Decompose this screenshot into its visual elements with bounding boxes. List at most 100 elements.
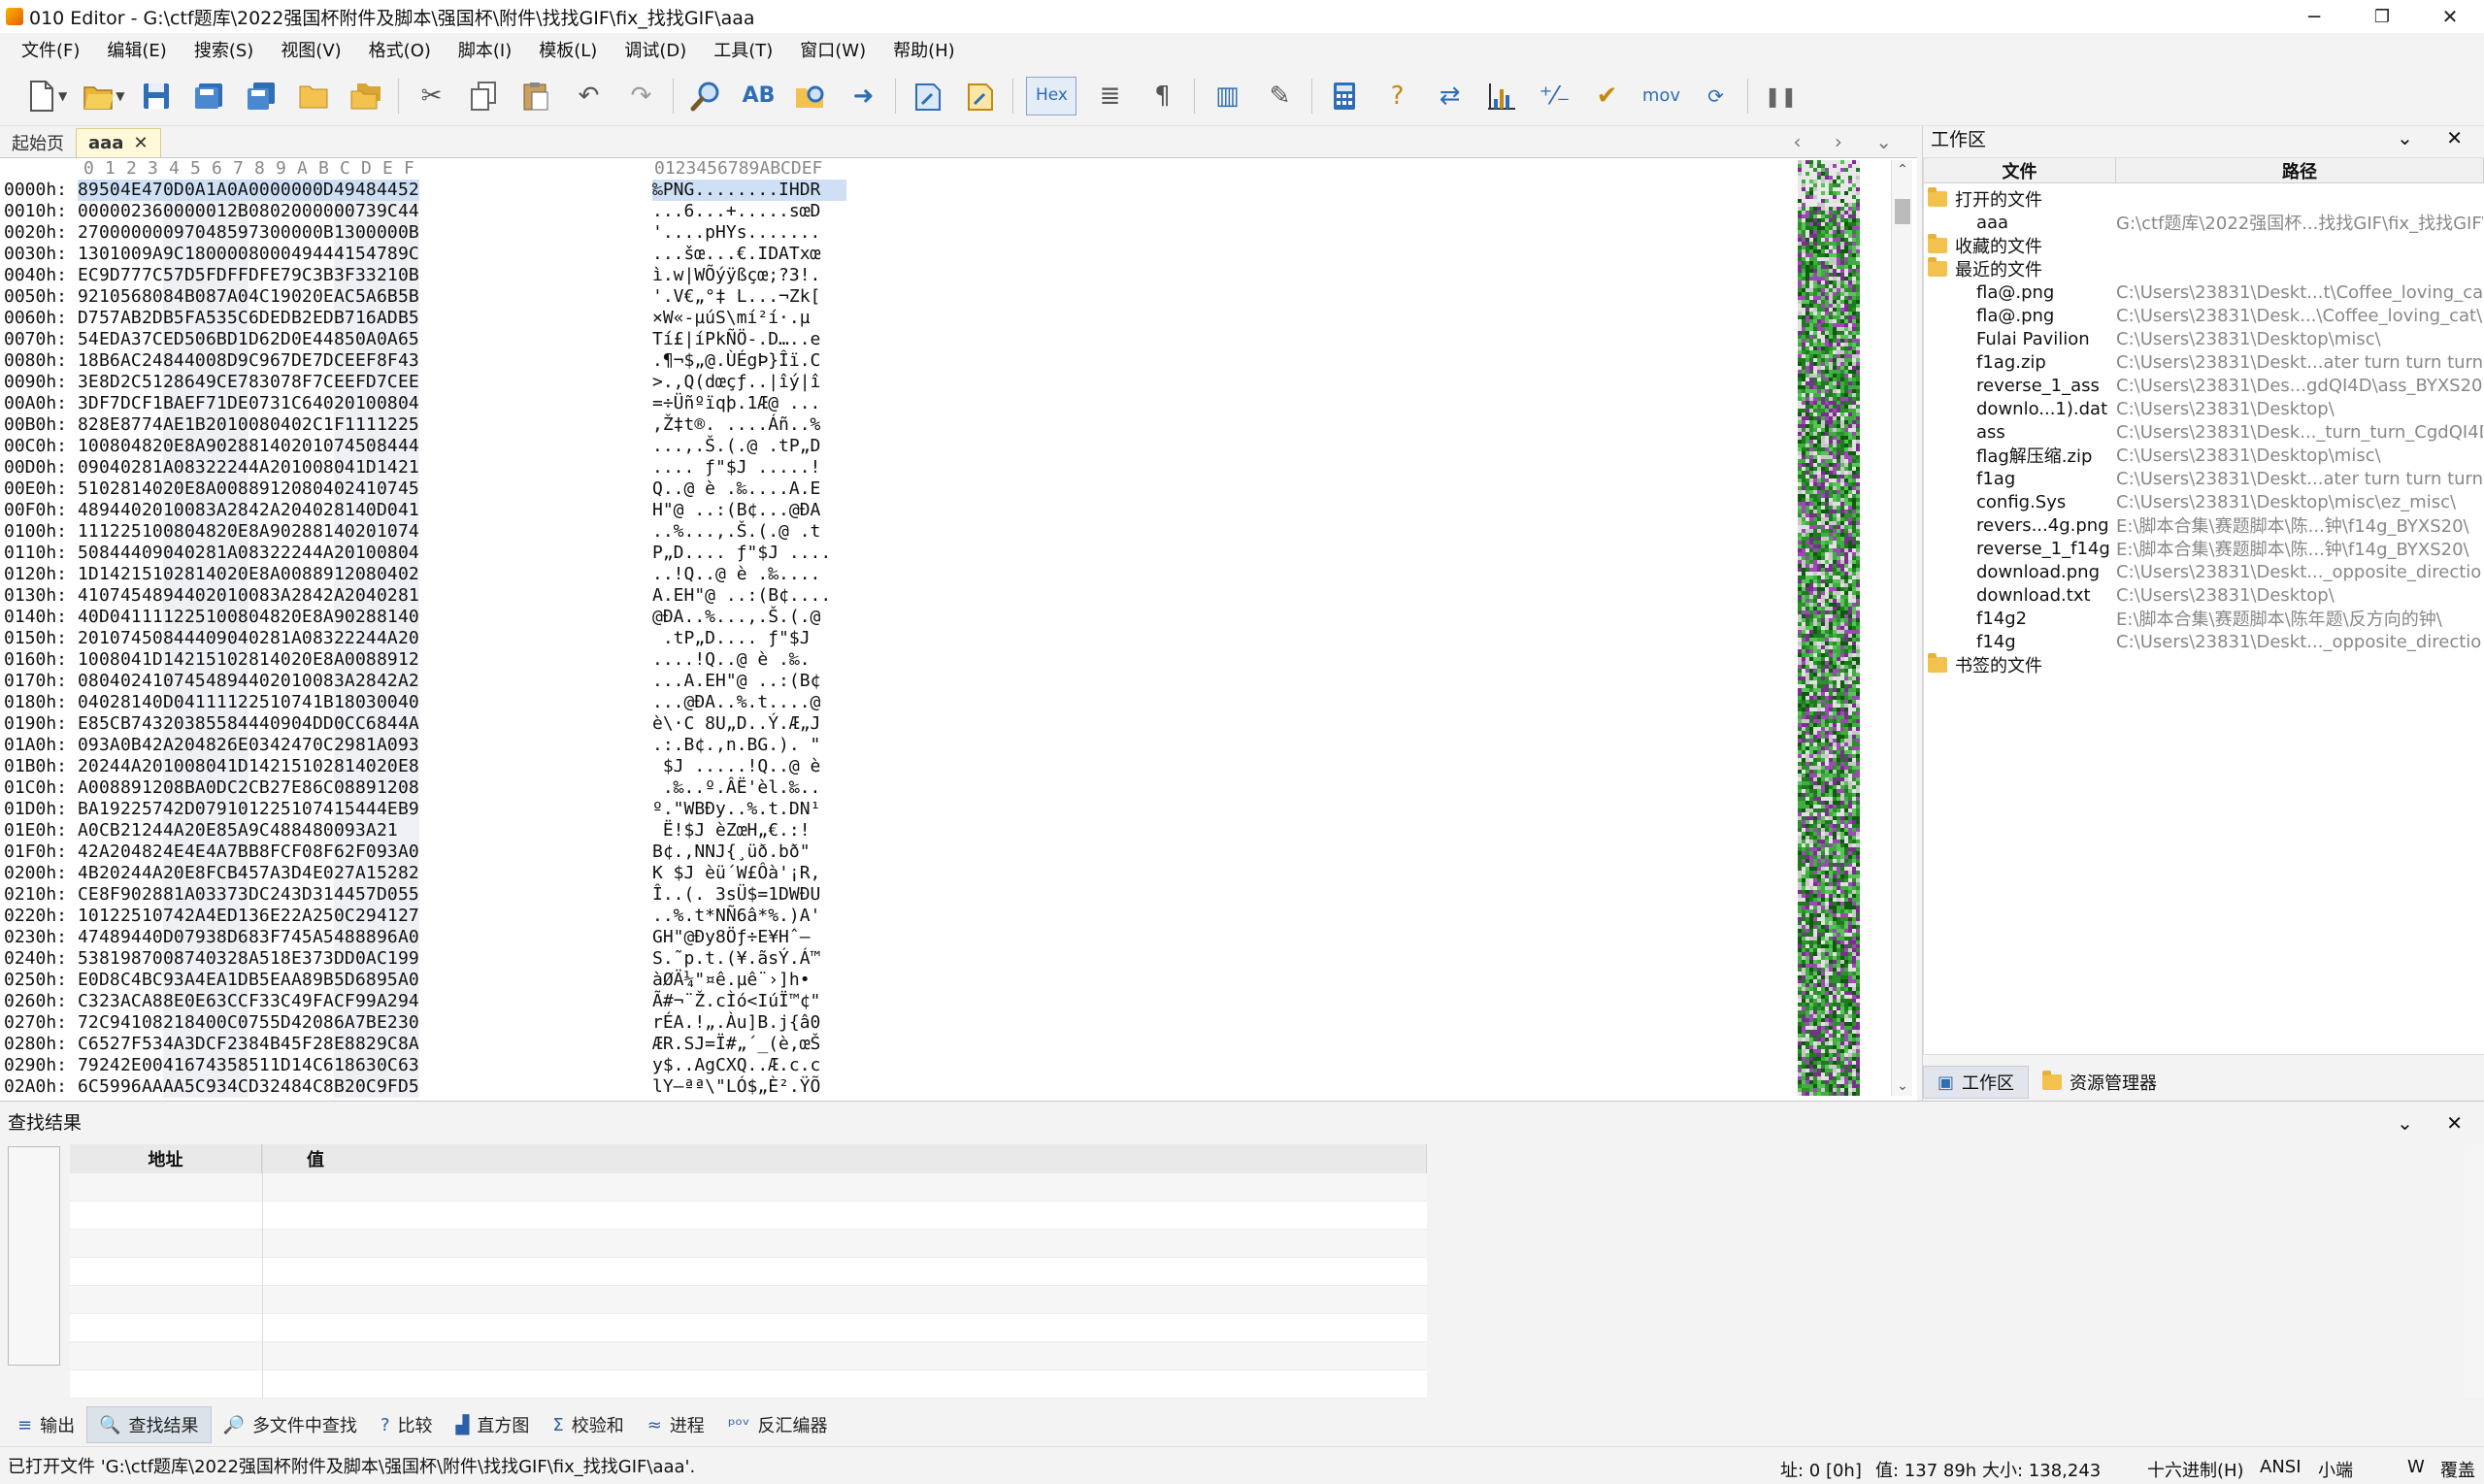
hex-byte[interactable]: 6C [78,1076,99,1098]
hex-byte[interactable]: 02 [163,564,184,585]
hex-byte[interactable]: 84 [163,350,184,372]
ascii-row[interactable]: P„D.... ƒ"$J .... [652,543,846,564]
ascii-row[interactable]: ..%.t*NÑ6â*%.)A' [652,906,846,927]
ascii-row[interactable]: @ÐA..%...,.Š.(.@ [652,607,846,628]
hex-byte[interactable]: B0 [184,286,206,308]
hex-row[interactable]: 48 94 40 20 10 08 3A 28 42 A2 04 02 81 40 D0 41 [78,500,650,521]
hex-byte[interactable]: B4 [227,863,248,884]
hex-bytes-column[interactable]: 89 50 4E 47 0D 0A 1A 0A 00 00 00 0D 49 48 44 52 00 00 02 36… [78,180,650,1098]
hex-byte[interactable]: 08 [184,756,206,777]
hex-byte[interactable]: 81 [99,948,120,970]
hex-byte[interactable]: 21 [120,820,142,841]
ascii-row[interactable]: ...6...+.....sœD [652,201,846,222]
hex-byte[interactable]: 43 [398,350,419,372]
hex-byte[interactable]: 96 [377,927,398,948]
hex-byte[interactable]: 21 [377,820,398,841]
hex-byte[interactable]: 51 [291,756,313,777]
hex-byte[interactable]: FC [206,863,227,884]
hex-byte[interactable]: 01 [99,244,120,265]
hex-byte[interactable]: A0 [398,841,419,863]
hex-byte[interactable]: 89 [355,777,377,799]
hex-byte[interactable]: 07 [163,671,184,692]
tab-aaa[interactable]: aaa ✕ [76,128,161,157]
hex-byte[interactable]: 22 [206,457,227,478]
hex-byte[interactable]: 73 [248,222,270,244]
hex-byte[interactable]: 20 [291,436,313,457]
hex-row[interactable]: 47 48 94 40 D0 79 38 D6 83 F7 45 A5 48 88 96 A0 [78,927,650,948]
save-icon[interactable] [137,77,176,115]
hex-byte[interactable]: B8 [248,841,270,863]
cut-icon[interactable]: ✂ [412,77,450,115]
hex-byte[interactable]: 45 [398,478,419,500]
hex-byte[interactable]: 02 [313,756,334,777]
hex-byte[interactable]: 9C [398,244,419,265]
hex-byte[interactable]: 6D [248,308,270,329]
hex-byte[interactable]: C1 [313,414,334,436]
tab-histogram[interactable]: ▟ 直方图 [445,1406,542,1443]
workspace-group-favorites[interactable]: 收藏的文件 [1924,234,2484,257]
tab-output[interactable]: ≡ 输出 [6,1406,86,1443]
ascii-row[interactable]: >.,Q(dœçƒ..|îý|î [652,372,846,393]
workspace-panel-controls[interactable]: ⌄ ✕ [2397,126,2476,149]
hex-byte[interactable]: 09 [270,713,291,735]
hex-byte[interactable]: 12 [227,692,248,713]
hex-byte[interactable]: FA [313,991,334,1012]
hex-byte[interactable]: 0B [120,735,142,756]
hex-byte[interactable]: 82 [142,436,163,457]
ascii-row[interactable]: è\·C 8U„D..Ý.Æ„J [652,713,846,735]
hex-byte[interactable]: 9C [163,244,184,265]
hex-byte[interactable]: 20 [334,393,355,414]
table-row[interactable] [70,1230,1427,1258]
open-dropdown-icon[interactable]: ▼ [116,89,124,103]
hex-byte[interactable]: A2 [270,500,291,521]
hex-byte[interactable]: 02 [99,692,120,713]
ascii-row[interactable]: Tí£|íPkÑÖ-.D…..e [652,329,846,350]
hex-byte[interactable]: 38 [184,713,206,735]
status-display-mode[interactable]: 十六进制(H) [2147,1457,2244,1482]
hex-byte[interactable]: 81 [120,478,142,500]
hex-byte[interactable]: E2 [377,1012,398,1034]
hex-byte[interactable]: 0B [313,222,334,244]
hex-byte[interactable]: 0E [291,329,313,350]
hex-byte[interactable]: 04 [99,457,120,478]
calculator-icon[interactable] [1325,77,1364,115]
hex-byte[interactable]: 24 [142,820,163,841]
column-header-file[interactable]: 文件 [1924,158,2116,183]
hex-byte[interactable]: E0 [78,970,99,991]
hex-byte[interactable]: 04 [355,585,377,607]
hex-byte[interactable]: 50 [99,180,120,201]
hex-byte[interactable]: D1 [227,906,248,927]
recent-file-row[interactable]: f1ag C:\Users\23831\Deskt...ater turn tur… [1924,467,2484,490]
hex-byte[interactable]: 09 [142,543,163,564]
hex-byte[interactable]: 4A [163,820,184,841]
hex-byte[interactable]: 19 [99,799,120,820]
hex-byte[interactable]: E8 [313,649,334,671]
hex-byte[interactable]: 13 [334,222,355,244]
hex-byte[interactable]: C9 [248,350,270,372]
hex-byte[interactable]: D9 [227,350,248,372]
recent-file-row[interactable]: revers...4g.png E:\脚本合集\赛题脚本\陈...钟\f14g_B… [1924,513,2484,538]
hex-byte[interactable]: 44 [398,436,419,457]
show-whitespace-icon[interactable]: ¶ [1143,77,1181,115]
find-icon[interactable] [686,77,725,115]
table-row[interactable] [70,1258,1427,1286]
hex-byte[interactable]: D0 [184,799,206,820]
ascii-row[interactable]: y$..AgCXQ..Æ.c.c [652,1055,846,1076]
ascii-row[interactable]: àØÄ¼"¤ê.µê¨›]h• [652,970,846,991]
tab-checksum[interactable]: Σ 校验和 [541,1406,635,1443]
hex-row[interactable]: EC 9D 77 7C 57 D5 FD FF DF E7 9C 3B 3F 33 21 0B [78,265,650,286]
hex-byte[interactable]: 95 [377,970,398,991]
hex-byte[interactable]: 42 [377,671,398,692]
close-window-button[interactable]: ✕ [2416,0,2484,33]
hex-byte[interactable]: 41 [120,1012,142,1034]
hex-byte[interactable]: 40 [142,927,163,948]
hex-byte[interactable]: 77 [120,265,142,286]
hex-mode-button[interactable]: Hex [1026,76,1077,115]
hex-byte[interactable]: 49 [291,991,313,1012]
hex-byte[interactable]: 9C [377,1034,398,1055]
hex-byte[interactable]: 00 [99,222,120,244]
hex-byte[interactable]: A0 [78,777,99,799]
hex-byte[interactable]: F1 [142,393,163,414]
hex-byte[interactable]: FA [184,308,206,329]
hex-byte[interactable]: 21 [377,265,398,286]
